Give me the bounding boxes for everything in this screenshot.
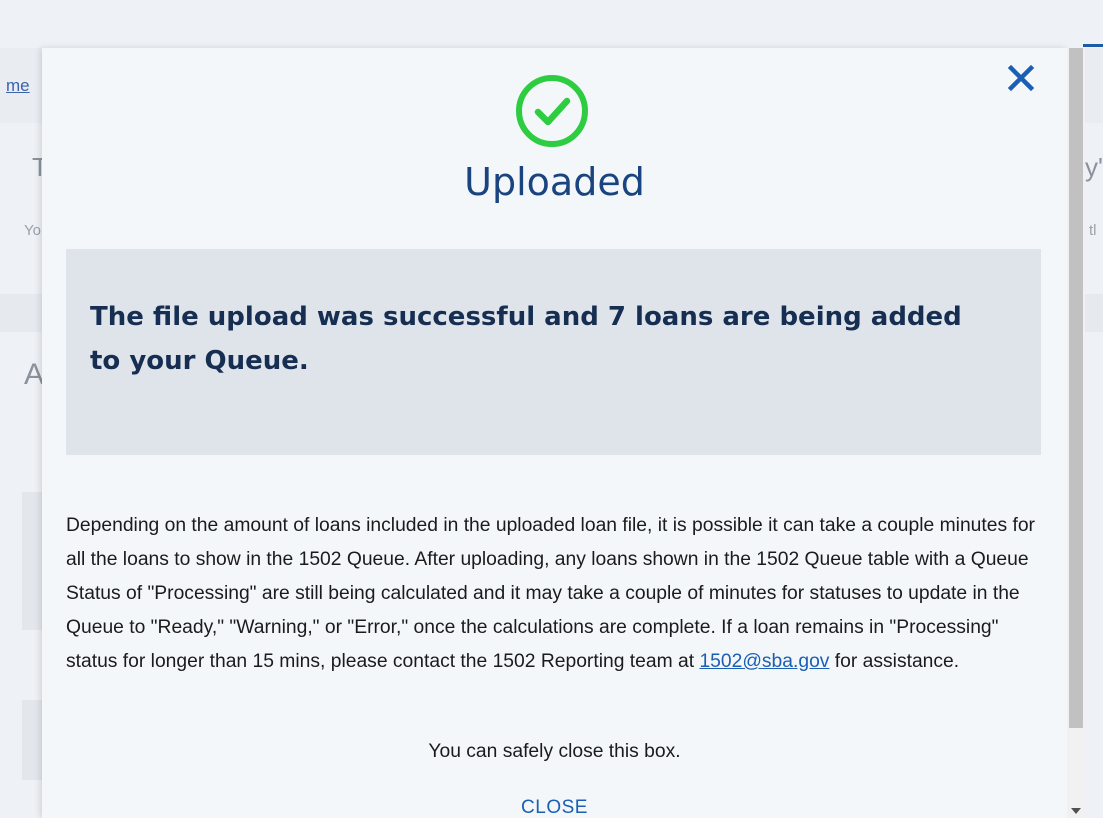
info-text-part: Depending on the amount of loans include…	[66, 515, 1035, 672]
success-alert: The file upload was successful and 7 loa…	[66, 249, 1041, 455]
scrollbar-thumb[interactable]	[1069, 48, 1083, 728]
top-accent-bar	[1083, 44, 1103, 47]
scroll-down-arrow-icon[interactable]	[1071, 808, 1081, 814]
modal-title: Uploaded	[464, 160, 645, 204]
page-text-fragment-left: Yo	[24, 222, 41, 239]
upload-success-modal: Uploaded The file upload was successful …	[42, 48, 1067, 818]
close-button[interactable]: CLOSE	[42, 797, 1067, 818]
page-text-fragment-right: tl	[1089, 222, 1097, 239]
upload-info-text: Depending on the amount of loans include…	[66, 509, 1041, 679]
breadcrumb-home-link[interactable]: me	[6, 76, 30, 96]
alert-message: The file upload was successful and 7 loa…	[90, 302, 962, 376]
modal-scrollbar[interactable]	[1067, 48, 1085, 818]
safe-close-text: You can safely close this box.	[428, 741, 681, 762]
check-circle-icon	[514, 73, 590, 149]
info-text-part: for assistance.	[829, 651, 960, 672]
close-icon[interactable]	[1003, 60, 1039, 96]
email-link[interactable]: 1502@sba.gov	[699, 651, 829, 672]
page-heading-fragment-right: y'	[1085, 152, 1103, 182]
section-heading-fragment: A	[24, 358, 45, 391]
